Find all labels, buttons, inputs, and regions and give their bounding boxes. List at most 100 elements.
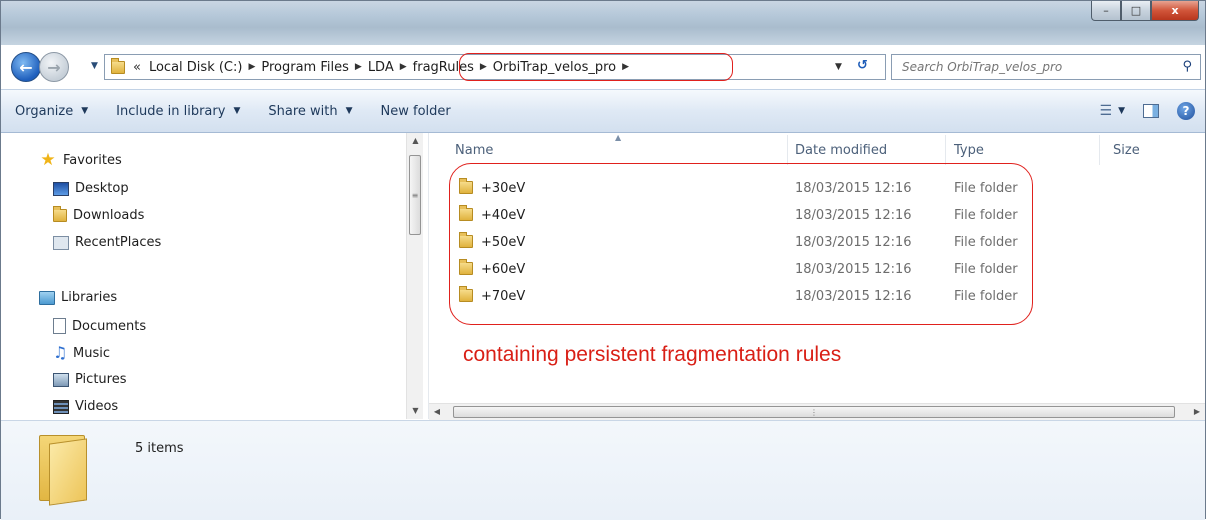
table-row[interactable]: +50eV 18/03/2015 12:16 File folder (429, 230, 1205, 256)
details-pane: 5 items (1, 420, 1205, 520)
share-with-button[interactable]: Share with ▼ (254, 104, 366, 119)
include-in-library-button[interactable]: Include in library ▼ (102, 104, 254, 119)
file-date: 18/03/2015 12:16 (795, 181, 912, 196)
sidebar-item-music[interactable]: ♫ Music (53, 345, 110, 361)
desktop-icon (53, 181, 69, 196)
organize-button[interactable]: Organize ▼ (1, 104, 102, 119)
address-bar[interactable]: « Local Disk (C:) ▶ Program Files ▶ LDA … (104, 53, 886, 81)
organize-label: Organize (15, 103, 74, 119)
scroll-up-arrow-icon[interactable]: ▲ (407, 133, 424, 149)
close-button[interactable]: x (1151, 1, 1199, 21)
folder-icon (459, 259, 473, 275)
change-view-button[interactable]: ☰ ▼ (1100, 103, 1125, 119)
chevron-down-icon: ▼ (1118, 106, 1125, 116)
folder-icon (39, 435, 89, 506)
file-name: +50eV (481, 235, 526, 250)
address-row: ← → ▼ « Local Disk (C:) ▶ Program Files … (1, 45, 1205, 89)
caption-buttons: – □ x (1091, 1, 1199, 21)
minimize-button[interactable]: – (1091, 1, 1121, 21)
breadcrumb-separator[interactable]: ▶ (246, 62, 257, 72)
scrollbar-thumb[interactable]: ≡ (409, 155, 421, 235)
sidebar-item-downloads[interactable]: Downloads (53, 206, 144, 223)
breadcrumb-lda[interactable]: LDA (364, 60, 398, 75)
column-header-date-modified[interactable]: Date modified (795, 143, 887, 158)
include-in-library-label: Include in library (116, 103, 226, 119)
navigation-tree: ★ Favorites Desktop Downloads RecentPlac… (1, 133, 406, 419)
file-type: File folder (954, 235, 1018, 250)
breadcrumb-overflow-chevron[interactable]: « (131, 60, 145, 75)
pictures-icon (53, 372, 69, 387)
breadcrumb-separator[interactable]: ▶ (398, 62, 409, 72)
title-bar: – □ x (1, 1, 1205, 45)
column-divider[interactable] (787, 135, 788, 165)
column-header-size[interactable]: Size (1113, 143, 1140, 158)
help-icon[interactable]: ? (1177, 102, 1195, 120)
sidebar-item-label: RecentPlaces (75, 235, 162, 250)
address-dropdown-icon[interactable]: ▼ (835, 62, 842, 72)
breadcrumb-orbitrap[interactable]: OrbiTrap_velos_pro (489, 60, 620, 75)
file-list: ▲ Name Date modified Type Size +30eV 18/… (429, 133, 1205, 403)
back-arrow-icon[interactable]: ← (11, 52, 41, 82)
file-type: File folder (954, 181, 1018, 196)
folder-icon (53, 206, 67, 222)
breadcrumb-separator[interactable]: ▶ (478, 62, 489, 72)
sidebar-item-documents[interactable]: Documents (53, 318, 146, 334)
scroll-left-arrow-icon[interactable]: ◀ (429, 404, 445, 420)
column-divider[interactable] (945, 135, 946, 165)
sidebar-item-favorites[interactable]: ★ Favorites (39, 150, 122, 170)
forward-arrow-icon[interactable]: → (39, 52, 69, 82)
folder-icon (459, 178, 473, 194)
folder-icon (459, 205, 473, 221)
sidebar-item-label: Desktop (75, 181, 129, 196)
sidebar-item-recentplaces[interactable]: RecentPlaces (53, 235, 161, 250)
table-row[interactable]: +40eV 18/03/2015 12:16 File folder (429, 203, 1205, 229)
refresh-icon[interactable]: ↺ (857, 58, 868, 73)
toolbar-right-group: ☰ ▼ ? (1100, 102, 1195, 120)
breadcrumb-separator[interactable]: ▶ (620, 62, 631, 72)
column-header-type[interactable]: Type (954, 143, 984, 158)
search-box[interactable]: ⚲ (891, 54, 1201, 80)
sidebar-item-desktop[interactable]: Desktop (53, 181, 129, 196)
sidebar-item-label: Favorites (63, 152, 122, 168)
column-divider[interactable] (1099, 135, 1100, 165)
maximize-button[interactable]: □ (1121, 1, 1151, 21)
sidebar-item-libraries[interactable]: Libraries (39, 290, 117, 305)
file-date: 18/03/2015 12:16 (795, 289, 912, 304)
search-icon[interactable]: ⚲ (1182, 59, 1192, 74)
breadcrumb-separator[interactable]: ▶ (353, 62, 364, 72)
sidebar-item-label: Videos (75, 399, 119, 414)
star-icon: ★ (40, 150, 56, 170)
folder-icon (459, 232, 473, 248)
breadcrumb-program-files[interactable]: Program Files (257, 60, 353, 75)
table-row[interactable]: +70eV 18/03/2015 12:16 File folder (429, 284, 1205, 310)
recent-pages-dropdown[interactable]: ▼ (91, 61, 98, 71)
table-row[interactable]: +30eV 18/03/2015 12:16 File folder (429, 176, 1205, 202)
share-with-label: Share with (268, 103, 338, 119)
scrollbar-thumb[interactable]: ⋮ (453, 406, 1175, 418)
navigation-vertical-scrollbar[interactable]: ▲ ≡ ▼ (406, 133, 423, 419)
sidebar-item-videos[interactable]: Videos (53, 399, 118, 414)
file-type: File folder (954, 262, 1018, 277)
chevron-down-icon: ▼ (81, 106, 89, 116)
file-date: 18/03/2015 12:16 (795, 262, 912, 277)
chevron-down-icon: ▼ (233, 106, 241, 116)
new-folder-label: New folder (380, 103, 451, 119)
new-folder-button[interactable]: New folder (367, 104, 465, 119)
scroll-right-arrow-icon[interactable]: ▶ (1189, 404, 1205, 420)
sidebar-item-label: Pictures (75, 372, 127, 387)
annotation-text: containing persistent fragmentation rule… (463, 343, 842, 366)
navigation-pane: ★ Favorites Desktop Downloads RecentPlac… (1, 133, 429, 419)
table-row[interactable]: +60eV 18/03/2015 12:16 File folder (429, 257, 1205, 283)
preview-pane-icon[interactable] (1143, 104, 1159, 118)
music-note-icon: ♫ (53, 343, 68, 362)
scroll-down-arrow-icon[interactable]: ▼ (407, 403, 424, 419)
file-type: File folder (954, 208, 1018, 223)
breadcrumb-local-disk[interactable]: Local Disk (C:) (145, 60, 246, 75)
column-header-name[interactable]: Name (455, 143, 493, 158)
sort-ascending-icon: ▲ (615, 133, 622, 142)
search-input[interactable] (892, 60, 1162, 74)
breadcrumb-fragrules[interactable]: fragRules (409, 60, 478, 75)
file-list-horizontal-scrollbar[interactable]: ◀ ⋮ ▶ (429, 403, 1205, 420)
sidebar-item-pictures[interactable]: Pictures (53, 372, 126, 387)
sidebar-item-label: Music (73, 345, 110, 361)
